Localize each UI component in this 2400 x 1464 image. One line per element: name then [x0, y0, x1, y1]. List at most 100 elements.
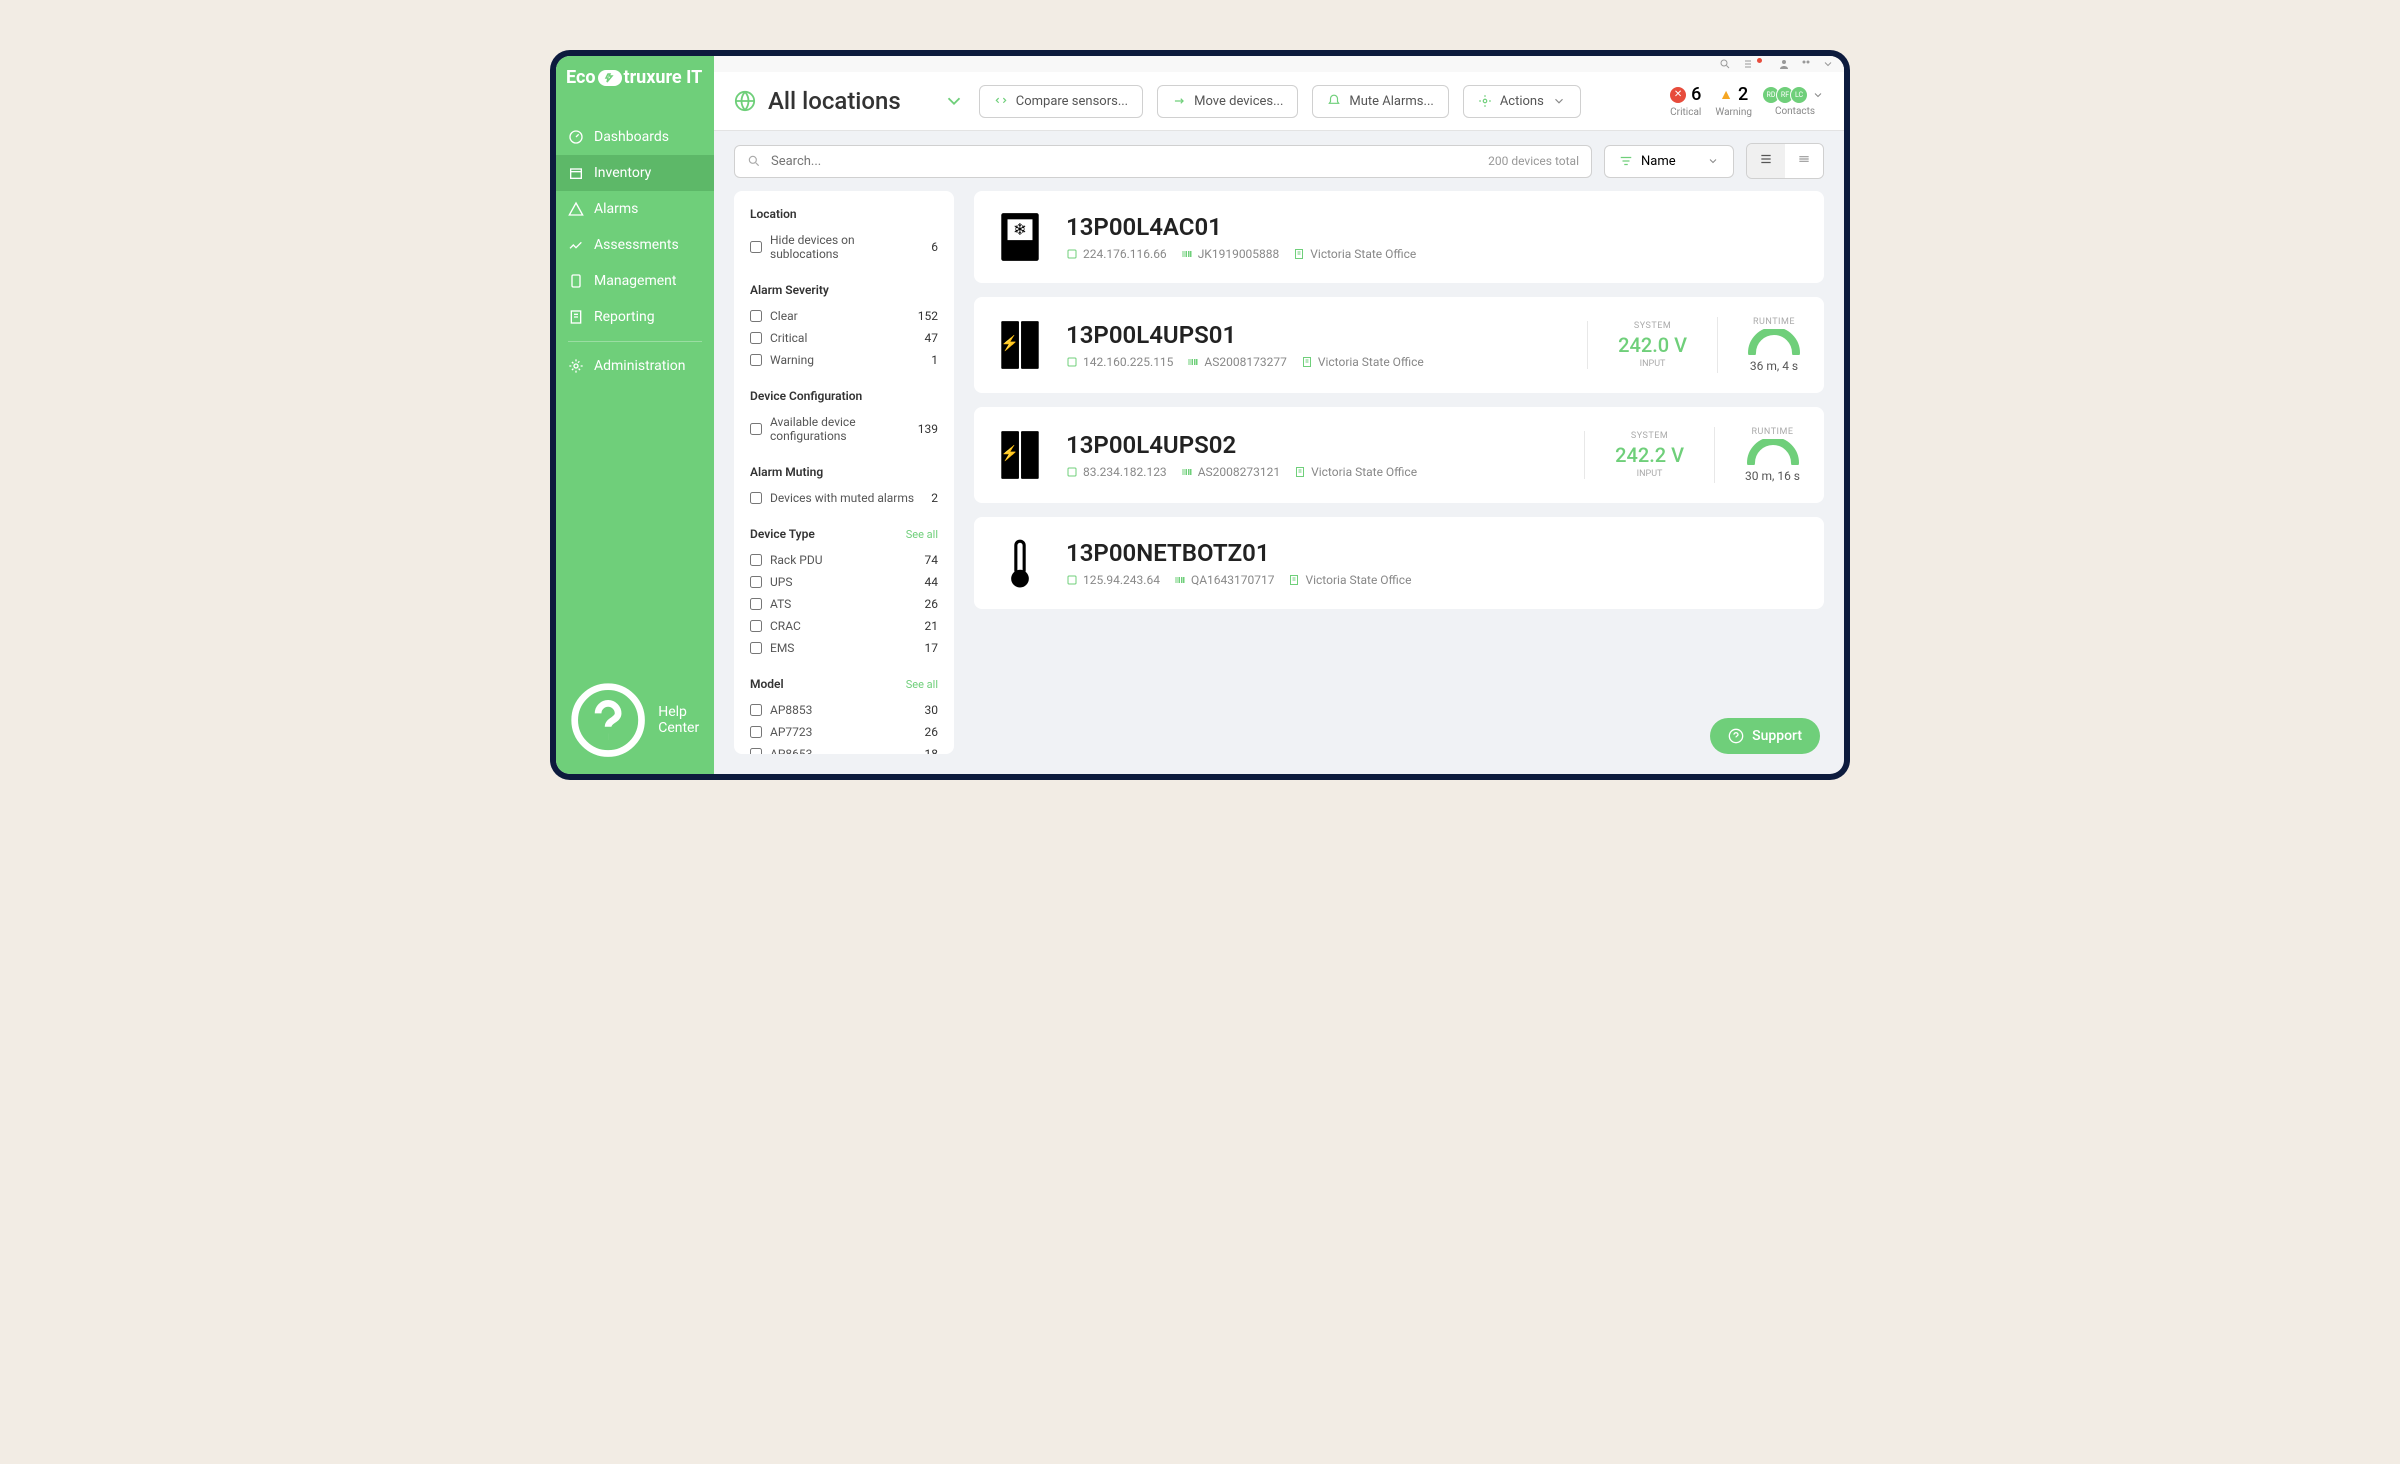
- device-ip: 142.160.225.115: [1066, 355, 1173, 369]
- filter-checkbox[interactable]: [750, 554, 762, 566]
- move-devices-button[interactable]: Move devices...: [1157, 85, 1298, 118]
- see-all-link[interactable]: See all: [906, 678, 938, 691]
- compact-view-button[interactable]: [1785, 144, 1823, 178]
- nav-label: Inventory: [594, 165, 651, 181]
- nav-reporting[interactable]: Reporting: [556, 299, 714, 335]
- device-type-icon: ⚡: [998, 319, 1042, 371]
- filter-item[interactable]: Critical47: [750, 327, 938, 349]
- app-window: Eco truxure IT Dashboards Inventory Alar…: [550, 50, 1850, 780]
- filter-checkbox[interactable]: [750, 576, 762, 588]
- support-button[interactable]: Support: [1710, 718, 1820, 754]
- warning-icon: ▲: [1719, 86, 1733, 103]
- list-view-button[interactable]: [1747, 144, 1785, 178]
- user-icon[interactable]: [1778, 58, 1790, 70]
- system-stat: SYSTEM242.0 VINPUT: [1587, 321, 1687, 369]
- filter-item[interactable]: CRAC21: [750, 615, 938, 637]
- nav-inventory[interactable]: Inventory: [556, 155, 714, 191]
- filter-item[interactable]: AP885330: [750, 699, 938, 721]
- nav-administration[interactable]: Administration: [556, 348, 714, 384]
- nav-label: Management: [594, 273, 676, 289]
- actions-button[interactable]: Actions: [1463, 85, 1581, 118]
- filter-title: Device TypeSee all: [750, 527, 938, 541]
- filter-item[interactable]: Hide devices on sublocations6: [750, 229, 938, 265]
- search-icon[interactable]: [1719, 58, 1731, 70]
- device-card[interactable]: ⚡ 13P00L4UPS02 83.234.182.123 AS20082731…: [974, 407, 1824, 503]
- filter-checkbox[interactable]: [750, 492, 762, 504]
- filter-checkbox[interactable]: [750, 354, 762, 366]
- search-box[interactable]: 200 devices total: [734, 145, 1592, 178]
- filter-checkbox[interactable]: [750, 598, 762, 610]
- filter-group: Device TypeSee all Rack PDU74UPS44ATS26CR…: [750, 527, 938, 659]
- content-area: LocationHide devices on sublocations6Ala…: [714, 191, 1844, 774]
- sort-selector[interactable]: Name: [1604, 145, 1734, 178]
- filter-checkbox[interactable]: [750, 748, 762, 754]
- critical-alarm-stat[interactable]: ✕6 Critical: [1670, 84, 1701, 118]
- filter-item[interactable]: AP865318: [750, 743, 938, 754]
- nav-management[interactable]: Management: [556, 263, 714, 299]
- filter-item[interactable]: UPS44: [750, 571, 938, 593]
- filter-item[interactable]: EMS17: [750, 637, 938, 659]
- svg-text:⚡: ⚡: [1001, 444, 1019, 462]
- filter-checkbox[interactable]: [750, 704, 762, 716]
- filter-item[interactable]: Available device configurations139: [750, 411, 938, 447]
- filter-checkbox[interactable]: [750, 726, 762, 738]
- device-card[interactable]: ❄ 13P00L4AC01 224.176.116.66 JK191900588…: [974, 191, 1824, 283]
- critical-icon: ✕: [1670, 87, 1686, 103]
- app-inner: Eco truxure IT Dashboards Inventory Alar…: [556, 56, 1844, 774]
- filter-checkbox[interactable]: [750, 620, 762, 632]
- search-input[interactable]: [771, 154, 1478, 169]
- device-card[interactable]: 13P00NETBOTZ01 125.94.243.64 QA164317071…: [974, 517, 1824, 609]
- device-ip: 83.234.182.123: [1066, 465, 1167, 479]
- compare-sensors-button[interactable]: Compare sensors...: [979, 85, 1143, 118]
- logo-icon: [598, 70, 622, 86]
- users-icon[interactable]: [1800, 58, 1812, 70]
- list-icon[interactable]: [1741, 58, 1753, 70]
- filter-checkbox[interactable]: [750, 642, 762, 654]
- device-serial: AS2008173277: [1187, 355, 1286, 369]
- device-stats: SYSTEM242.2 VINPUT RUNTIME30 m, 16 s: [1584, 427, 1800, 483]
- filter-item[interactable]: Warning1: [750, 349, 938, 371]
- contacts-selector[interactable]: RD RF LC Contacts: [1766, 86, 1824, 117]
- filter-item[interactable]: Clear152: [750, 305, 938, 327]
- device-location: Victoria State Office: [1301, 355, 1424, 369]
- see-all-link[interactable]: See all: [906, 528, 938, 541]
- chevron-down-icon: [1707, 155, 1719, 167]
- chevron-down-icon[interactable]: [1822, 58, 1834, 70]
- help-center[interactable]: Help Center: [556, 666, 714, 774]
- nav-label: Reporting: [594, 309, 655, 325]
- help-label: Help Center: [658, 704, 702, 736]
- filter-group: ModelSee allAP885330AP772326AP865318InRo…: [750, 677, 938, 754]
- nav-assessments[interactable]: Assessments: [556, 227, 714, 263]
- svg-text:❄: ❄: [1013, 221, 1027, 240]
- filter-item[interactable]: ATS26: [750, 593, 938, 615]
- mute-alarms-button[interactable]: Mute Alarms...: [1312, 85, 1448, 118]
- nav-alarms[interactable]: Alarms: [556, 191, 714, 227]
- brand-logo: Eco truxure IT: [556, 56, 714, 99]
- warning-alarm-stat[interactable]: ▲2 Warning: [1715, 84, 1752, 118]
- filter-checkbox[interactable]: [750, 332, 762, 344]
- device-ip: 224.176.116.66: [1066, 247, 1167, 261]
- device-type-icon: ❄: [998, 211, 1042, 263]
- device-serial: JK1919005888: [1181, 247, 1280, 261]
- device-list: ❄ 13P00L4AC01 224.176.116.66 JK191900588…: [974, 191, 1824, 754]
- filter-item[interactable]: Rack PDU74: [750, 549, 938, 571]
- device-ip: 125.94.243.64: [1066, 573, 1160, 587]
- nav-dashboards[interactable]: Dashboards: [556, 119, 714, 155]
- filter-group: LocationHide devices on sublocations6: [750, 207, 938, 265]
- device-info: 13P00L4AC01 224.176.116.66 JK1919005888 …: [1066, 213, 1800, 261]
- location-selector[interactable]: All locations: [734, 87, 965, 115]
- search-row: 200 devices total Name: [714, 131, 1844, 191]
- device-info: 13P00L4UPS01 142.160.225.115 AS200817327…: [1066, 321, 1563, 369]
- notification-dot: [1757, 58, 1762, 63]
- runtime-stat: RUNTIME30 m, 16 s: [1714, 427, 1800, 483]
- sidebar: Eco truxure IT Dashboards Inventory Alar…: [556, 56, 714, 774]
- filter-checkbox[interactable]: [750, 241, 762, 253]
- main-nav: Dashboards Inventory Alarms Assessments …: [556, 119, 714, 384]
- device-serial: QA1643170717: [1174, 573, 1275, 587]
- filter-checkbox[interactable]: [750, 310, 762, 322]
- filter-item[interactable]: Devices with muted alarms2: [750, 487, 938, 509]
- nav-divider: [568, 341, 702, 342]
- device-card[interactable]: ⚡ 13P00L4UPS01 142.160.225.115 AS2008173…: [974, 297, 1824, 393]
- filter-checkbox[interactable]: [750, 423, 762, 435]
- filter-item[interactable]: AP772326: [750, 721, 938, 743]
